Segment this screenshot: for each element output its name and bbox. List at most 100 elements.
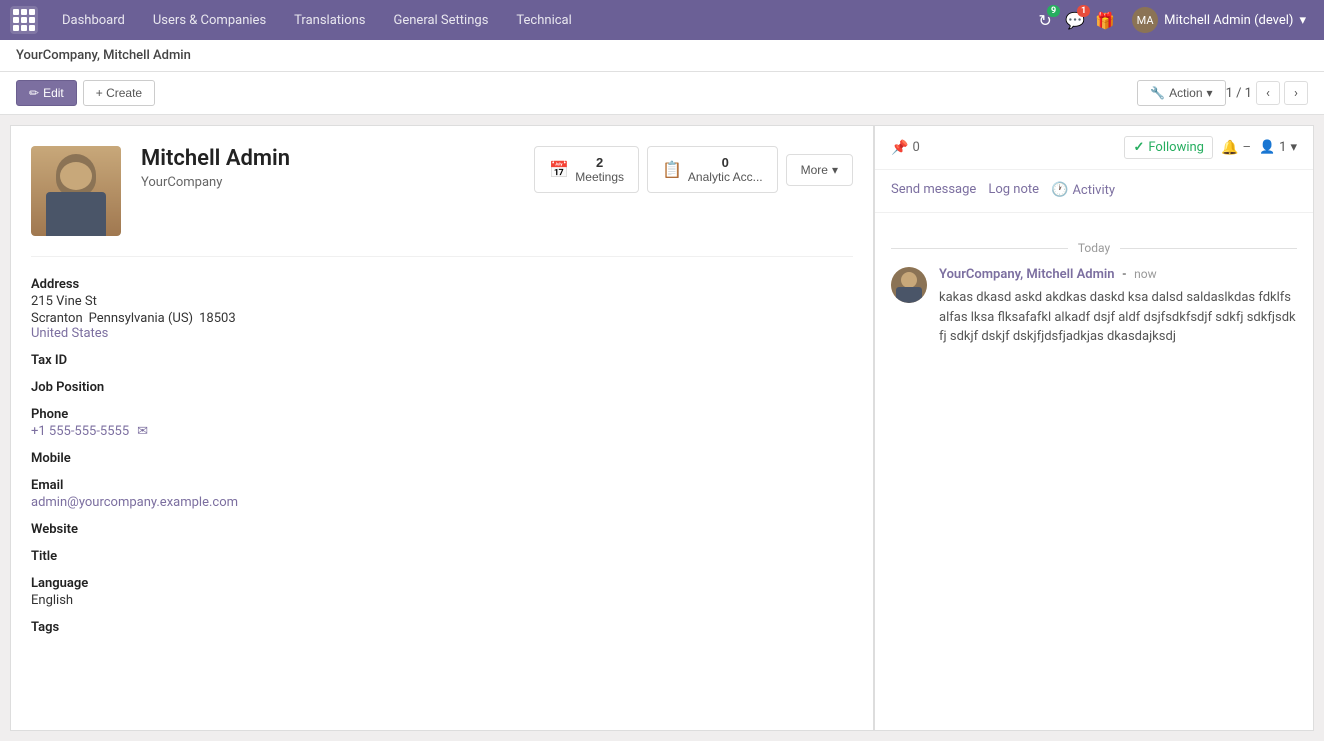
record-actions-bar: 📅 2 Meetings 📋 0 Analytic Acc... More ▾	[534, 146, 853, 193]
prev-page-button[interactable]: ‹	[1256, 81, 1280, 105]
field-language: Language English	[31, 576, 853, 608]
edit-label: Edit	[43, 86, 64, 100]
address-zip: 18503	[199, 311, 236, 326]
more-dropdown-icon: ▾	[832, 163, 838, 177]
timeline-today-divider: Today	[891, 241, 1297, 255]
send-message-button[interactable]: Send message	[891, 180, 976, 202]
address-city-line: Scranton Pennsylvania (US) 18503	[31, 311, 853, 326]
breadcrumb-text: YourCompany, Mitchell Admin	[16, 48, 191, 63]
language-value: English	[31, 593, 853, 608]
fields-section: Address 215 Vine St Scranton Pennsylvani…	[11, 257, 873, 667]
field-tax-id: Tax ID	[31, 353, 853, 368]
pagination-text: 1 / 1	[1226, 86, 1252, 101]
pin-count: 0	[912, 140, 919, 155]
edit-button[interactable]: ✏ Edit	[16, 80, 77, 106]
top-nav: Dashboard Users & Companies Translations…	[48, 0, 1034, 40]
gift-icon: 🎁	[1094, 9, 1116, 31]
field-tags: Tags	[31, 620, 853, 635]
meetings-label: Meetings	[575, 170, 624, 184]
timeline-body: YourCompany, Mitchell Admin - now kakas …	[939, 267, 1297, 347]
log-note-button[interactable]: Log note	[988, 180, 1039, 202]
user-dropdown-icon: ▾	[1299, 13, 1306, 28]
breadcrumb: YourCompany, Mitchell Admin	[0, 40, 1324, 72]
topbar: Dashboard Users & Companies Translations…	[0, 0, 1324, 40]
timeline-today-label: Today	[1078, 241, 1110, 255]
phone-label: Phone	[31, 407, 853, 422]
email-value[interactable]: admin@yourcompany.example.com	[31, 495, 853, 510]
nav-translations[interactable]: Translations	[280, 0, 379, 40]
address-city: Scranton	[31, 311, 83, 326]
timeline-text: kakas dkasd askd akdkas daskd ksa dalsd …	[939, 288, 1297, 347]
analytic-button[interactable]: 📋 0 Analytic Acc...	[647, 146, 778, 193]
job-position-label: Job Position	[31, 380, 853, 395]
timeline-time: now	[1134, 267, 1157, 281]
nav-dashboard[interactable]: Dashboard	[48, 0, 139, 40]
tax-id-label: Tax ID	[31, 353, 853, 368]
mobile-label: Mobile	[31, 451, 853, 466]
timeline-author: YourCompany, Mitchell Admin	[939, 267, 1115, 282]
message-count: 1	[1077, 5, 1090, 17]
meetings-button[interactable]: 📅 2 Meetings	[534, 146, 639, 193]
notification-badge[interactable]: ↻ 9	[1034, 9, 1056, 31]
address-country[interactable]: United States	[31, 326, 853, 341]
website-label: Website	[31, 522, 853, 537]
person-icon: 👤	[1259, 140, 1275, 155]
nav-general-settings[interactable]: General Settings	[380, 0, 503, 40]
email-action-icon[interactable]: ✉	[137, 424, 148, 439]
analytic-icon: 📋	[662, 160, 682, 180]
activity-label: Activity	[1072, 183, 1115, 198]
field-email: Email admin@yourcompany.example.com	[31, 478, 853, 510]
grid-icon	[13, 9, 35, 31]
field-phone: Phone +1 555-555-5555 ✉	[31, 407, 853, 439]
chatter-timeline: Today YourCompany, Mitchell Admin - now …	[875, 213, 1313, 379]
create-label: + Create	[96, 86, 142, 100]
check-icon: ✓	[1133, 140, 1144, 155]
chatter-toolbar: 📌 0 ✓ Following 🔔 – 👤 1 ▾	[875, 126, 1313, 170]
toolbar: ✏ Edit + Create 🔧 Action ▾ 1 / 1 ‹ ›	[0, 72, 1324, 115]
action-button[interactable]: 🔧 Action ▾	[1137, 80, 1225, 106]
avatar-image	[31, 146, 121, 236]
address-state: Pennsylvania (US)	[89, 311, 193, 326]
record-avatar	[31, 146, 121, 236]
address-label: Address	[31, 277, 853, 292]
edit-icon: ✏	[29, 86, 39, 100]
record-name: Mitchell Admin	[141, 146, 514, 171]
bell-stat[interactable]: 🔔 –	[1221, 140, 1251, 156]
user-avatar: MA	[1132, 7, 1158, 33]
activity-button[interactable]: 🕐 Activity	[1051, 180, 1115, 202]
followers-count[interactable]: 👤 1 ▾	[1259, 140, 1297, 155]
nav-technical[interactable]: Technical	[502, 0, 585, 40]
next-page-button[interactable]: ›	[1284, 81, 1308, 105]
topbar-right: ↻ 9 💬 1 🎁 MA Mitchell Admin (devel) ▾	[1034, 7, 1314, 33]
following-button[interactable]: ✓ Following	[1124, 136, 1213, 159]
timeline-avatar	[891, 267, 927, 303]
wrench-icon: 🔧	[1150, 86, 1165, 100]
analytic-count: 0	[688, 155, 763, 170]
following-label: Following	[1148, 140, 1204, 155]
record-header: Mitchell Admin YourCompany 📅 2 Meetings …	[11, 126, 873, 256]
bell-icon: 🔔	[1221, 140, 1238, 156]
followers-number: 1	[1279, 140, 1286, 155]
action-label: Action	[1169, 86, 1202, 100]
create-button[interactable]: + Create	[83, 80, 155, 106]
nav-users-companies[interactable]: Users & Companies	[139, 0, 280, 40]
chatter-panel: 📌 0 ✓ Following 🔔 – 👤 1 ▾ Se	[874, 125, 1314, 731]
timeline-entry: YourCompany, Mitchell Admin - now kakas …	[891, 267, 1297, 347]
field-job-position: Job Position	[31, 380, 853, 395]
more-button[interactable]: More ▾	[786, 154, 853, 186]
field-address: Address 215 Vine St Scranton Pennsylvani…	[31, 277, 853, 341]
user-menu[interactable]: MA Mitchell Admin (devel) ▾	[1124, 7, 1314, 33]
analytic-label: Analytic Acc...	[688, 170, 763, 184]
message-badge[interactable]: 💬 1	[1064, 9, 1086, 31]
pin-stat[interactable]: 📌 0	[891, 140, 920, 156]
meetings-count: 2	[575, 155, 624, 170]
updates-badge[interactable]: 🎁	[1094, 9, 1116, 31]
language-label: Language	[31, 576, 853, 591]
more-label: More	[801, 163, 828, 177]
calendar-icon: 📅	[549, 160, 569, 180]
main-content: Mitchell Admin YourCompany 📅 2 Meetings …	[0, 115, 1324, 741]
record-company: YourCompany	[141, 175, 514, 190]
action-dropdown-icon: ▾	[1207, 86, 1213, 100]
phone-value[interactable]: +1 555-555-5555	[31, 424, 129, 439]
home-button[interactable]	[10, 6, 38, 34]
